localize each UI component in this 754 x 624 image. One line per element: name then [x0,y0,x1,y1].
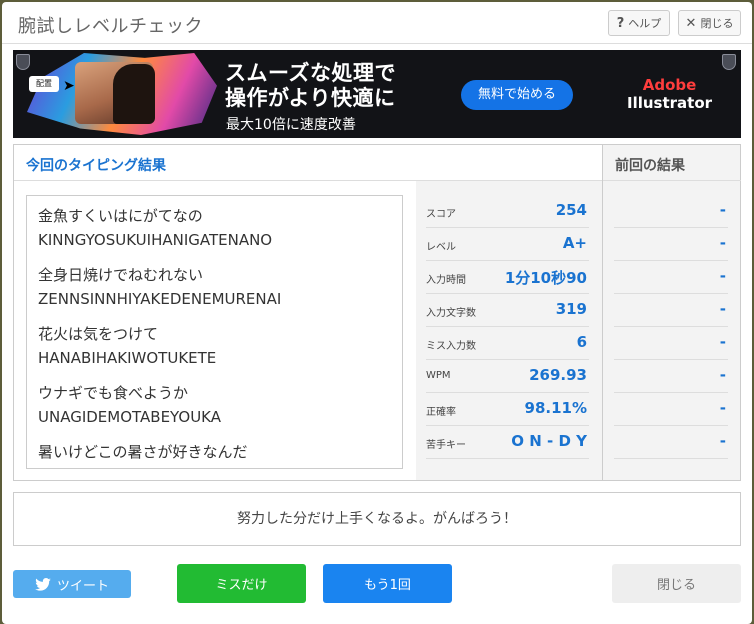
help-button[interactable]: ? ヘルプ [608,10,670,36]
stat-value: A+ [562,234,587,252]
sentence-romaji: UNAGIDEMOTABEYOUKA [38,408,222,426]
stat-row-score: スコア 254 [426,195,589,228]
ad-headline-line2: 操作がより快適に [225,86,396,110]
stat-row-misses: ミス入力数 6 [426,327,589,360]
prev-row: - [614,426,728,459]
stat-value: 254 [555,201,587,219]
sentence-jp: 花火は気をつけて [38,325,159,343]
sentence-romaji: ZENNSINNHIYAKEDENEMURENAI [38,290,282,308]
ad-banner[interactable]: 配置 ➤ スムーズな処理で 操作がより快適に 最大10倍に速度改善 無料で始める… [13,50,741,138]
stat-label: ミス入力数 [426,341,476,352]
sentence-jp: 全身日焼けでねむれない [38,266,204,284]
result-dialog: 腕試しレベルチェック ? ヘルプ ✕ 閉じる 配置 ➤ スムーズな処理で 操作が… [2,2,752,624]
stat-value: 98.11% [524,399,587,417]
prev-value: - [719,333,726,351]
question-icon: ? [616,15,625,31]
stat-row-level: レベル A+ [426,228,589,261]
stat-label: 苦手キー [426,440,466,451]
stat-label: 入力文字数 [426,308,476,319]
stat-value: 269.93 [529,366,587,384]
stat-row-wpm: WPM 269.93 [426,360,589,393]
prev-row: - [614,327,728,360]
prev-row: - [614,228,728,261]
ad-choices-icon[interactable] [722,54,736,70]
prev-row: - [614,294,728,327]
typed-text-box: 金魚すくいはにがてなの KINNGYOSUKUIHANIGATENANO 全身日… [26,195,403,469]
sentence-jp: 金魚すくいはにがてなの [38,207,203,225]
twitter-bird-icon [35,577,51,591]
sentence-jp: 暑いけどこの暑さが好きなんだ [38,443,248,461]
dialog-title: 腕試しレベルチェック [18,16,203,37]
stat-row-accuracy: 正確率 98.11% [426,393,589,426]
retry-button[interactable]: もう1回 [323,564,452,603]
ad-shield-icon [16,54,30,70]
stat-row-weak-keys: 苦手キー O N - D Y [426,426,589,459]
previous-results-title: 前回の結果 [615,158,685,174]
results-title: 今回のタイピング結果 [26,158,166,174]
prev-value: - [719,201,726,219]
close-top-label: 閉じる [700,17,734,30]
prev-value: - [719,267,726,285]
sentence-romaji: HANABIHAKIWOTUKETE [38,349,217,367]
prev-row: - [614,261,728,294]
close-icon: ✕ [685,15,697,31]
stat-value: 319 [555,300,587,318]
stat-label: レベル [426,242,456,253]
results-header: 今回のタイピング結果 [14,145,602,181]
sentence-romaji: KINNGYOSUKUIHANIGATENANO [38,231,273,249]
ad-subline: 最大10倍に速度改善 [226,117,356,133]
stat-label: WPM [426,370,451,381]
sentence-jp: ウナギでも食べようか [38,384,189,402]
stat-label: 入力時間 [426,275,466,286]
ad-headline: スムーズな処理で 操作がより快適に [225,61,396,111]
prev-value: - [719,300,726,318]
miss-only-button[interactable]: ミスだけ [177,564,306,603]
ad-photo-hair [113,64,155,124]
stat-value: O N - D Y [511,432,587,450]
prev-row: - [614,195,728,228]
title-bar: 腕試しレベルチェック ? ヘルプ ✕ 閉じる [2,2,752,44]
stat-label: スコア [426,209,456,220]
stat-row-time: 入力時間 1分10秒90 [426,261,589,294]
tweet-button[interactable]: ツイート [13,570,131,598]
help-label: ヘルプ [628,17,662,30]
cursor-icon: ➤ [63,78,75,94]
prev-row: - [614,360,728,393]
prev-value: - [719,234,726,252]
ad-headline-line1: スムーズな処理で [225,61,396,85]
ad-brand: Adobe Illustrator [627,76,712,112]
stat-row-chars: 入力文字数 319 [426,294,589,327]
prev-value: - [719,399,726,417]
prev-value: - [719,366,726,384]
close-button[interactable]: 閉じる [612,564,741,603]
close-top-button[interactable]: ✕ 閉じる [678,10,741,36]
results-panel: 今回のタイピング結果 前回の結果 金魚すくいはにがてなの KINNGYOSUKU… [13,144,741,481]
encouragement-message: 努力した分だけ上手くなるよ。がんばろう！ [13,492,741,546]
ad-tag: 配置 [29,76,59,92]
stat-value: 1分10秒90 [504,269,587,287]
prev-row: - [614,393,728,426]
stat-label: 正確率 [426,407,456,418]
previous-results-header: 前回の結果 [603,145,741,181]
ad-brand-line1: Adobe [642,76,697,94]
tweet-label: ツイート [56,578,109,594]
ad-brand-line2: Illustrator [627,94,713,112]
stat-value: 6 [576,333,587,351]
ad-cta-button[interactable]: 無料で始める [461,80,573,110]
prev-value: - [719,432,726,450]
